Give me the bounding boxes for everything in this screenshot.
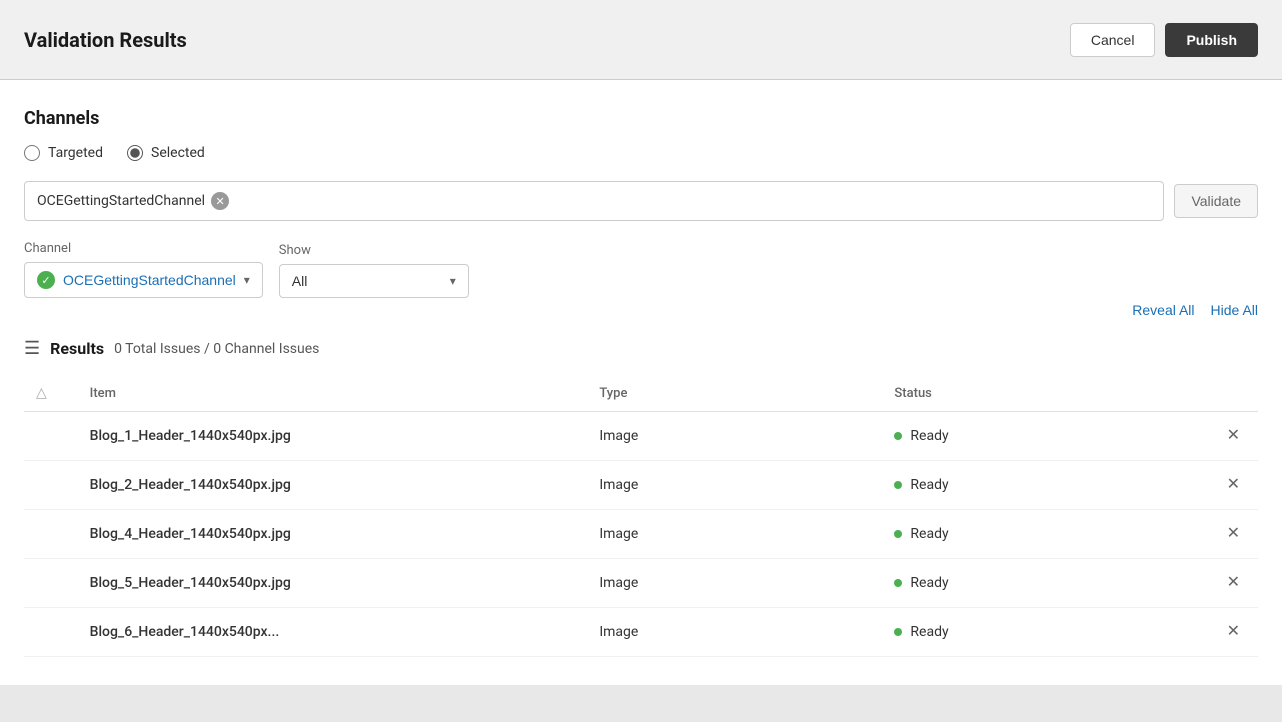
status-text: Ready bbox=[910, 477, 948, 493]
row-type-cell: Image bbox=[587, 510, 882, 559]
row-warning-cell bbox=[24, 559, 78, 608]
radio-selected-label: Selected bbox=[151, 145, 205, 161]
table-header-row: △ Item Type Status bbox=[24, 375, 1258, 412]
channels-title: Channels bbox=[24, 108, 1258, 129]
row-status-cell: Ready bbox=[882, 461, 1177, 510]
row-type-cell: Image bbox=[587, 461, 882, 510]
radio-targeted[interactable] bbox=[24, 145, 40, 161]
remove-row-button[interactable]: ✕ bbox=[1221, 524, 1246, 544]
channel-filter-label: Channel bbox=[24, 241, 263, 256]
row-warning-cell bbox=[24, 510, 78, 559]
remove-row-button[interactable]: ✕ bbox=[1221, 475, 1246, 495]
page-title: Validation Results bbox=[24, 28, 187, 52]
show-dropdown-value: All bbox=[292, 273, 308, 289]
row-status-cell: Ready bbox=[882, 412, 1177, 461]
table-row: Blog_1_Header_1440x540px.jpg Image Ready… bbox=[24, 412, 1258, 461]
channel-tag-label: OCEGettingStartedChannel bbox=[37, 193, 205, 209]
col-status-header: Status bbox=[882, 375, 1177, 412]
row-status-cell: Ready bbox=[882, 559, 1177, 608]
remove-row-button[interactable]: ✕ bbox=[1221, 426, 1246, 446]
col-item-header: Item bbox=[78, 375, 588, 412]
results-title: Results bbox=[50, 339, 104, 358]
radio-group: Targeted Selected bbox=[24, 145, 1258, 161]
hide-all-button[interactable]: Hide All bbox=[1211, 302, 1258, 318]
radio-targeted-label: Targeted bbox=[48, 145, 103, 161]
status-dot-icon bbox=[894, 530, 902, 538]
status-dot-icon bbox=[894, 628, 902, 636]
row-item-cell: Blog_4_Header_1440x540px.jpg bbox=[78, 510, 588, 559]
results-section: ☰ Results 0 Total Issues / 0 Channel Iss… bbox=[24, 338, 1258, 657]
show-filter-group: Show All ▾ bbox=[279, 243, 469, 298]
row-status-cell: Ready bbox=[882, 608, 1177, 657]
channel-tags-input[interactable]: OCEGettingStartedChannel ✕ bbox=[24, 181, 1164, 221]
status-text: Ready bbox=[910, 526, 948, 542]
row-type-cell: Image bbox=[587, 608, 882, 657]
col-action-header bbox=[1177, 375, 1258, 412]
row-item-cell: Blog_2_Header_1440x540px.jpg bbox=[78, 461, 588, 510]
tag-close-button[interactable]: ✕ bbox=[211, 192, 229, 210]
table-row: Blog_2_Header_1440x540px.jpg Image Ready… bbox=[24, 461, 1258, 510]
row-action-cell: ✕ bbox=[1177, 412, 1258, 461]
radio-selected[interactable] bbox=[127, 145, 143, 161]
table-row: Blog_4_Header_1440x540px.jpg Image Ready… bbox=[24, 510, 1258, 559]
row-action-cell: ✕ bbox=[1177, 608, 1258, 657]
results-summary: 0 Total Issues / 0 Channel Issues bbox=[114, 341, 319, 357]
warning-triangle-icon: △ bbox=[36, 385, 47, 401]
radio-option-targeted[interactable]: Targeted bbox=[24, 145, 103, 161]
row-status-cell: Ready bbox=[882, 510, 1177, 559]
channels-section: Channels Targeted Selected OCEGettingSta… bbox=[24, 108, 1258, 318]
row-item-cell: Blog_1_Header_1440x540px.jpg bbox=[78, 412, 588, 461]
row-action-cell: ✕ bbox=[1177, 559, 1258, 608]
reveal-hide-row: Reveal All Hide All bbox=[1132, 302, 1258, 318]
remove-row-button[interactable]: ✕ bbox=[1221, 622, 1246, 642]
row-action-cell: ✕ bbox=[1177, 510, 1258, 559]
row-item-cell: Blog_6_Header_1440x540px... bbox=[78, 608, 588, 657]
channel-tag: OCEGettingStartedChannel ✕ bbox=[37, 192, 229, 210]
results-table: △ Item Type Status Blog_1_Header_1440x54… bbox=[24, 375, 1258, 657]
cancel-button[interactable]: Cancel bbox=[1070, 23, 1156, 57]
channel-input-row: OCEGettingStartedChannel ✕ Validate bbox=[24, 181, 1258, 221]
status-dot-icon bbox=[894, 432, 902, 440]
chevron-down-icon: ▾ bbox=[244, 273, 250, 287]
row-warning-cell bbox=[24, 461, 78, 510]
status-text: Ready bbox=[910, 428, 948, 444]
filter-actions-row: Channel ✓ OCEGettingStartedChannel ▾ Sho… bbox=[24, 241, 1258, 318]
header: Validation Results Cancel Publish bbox=[0, 0, 1282, 80]
header-actions: Cancel Publish bbox=[1070, 23, 1258, 57]
channel-filter-group: Channel ✓ OCEGettingStartedChannel ▾ bbox=[24, 241, 263, 298]
table-row: Blog_6_Header_1440x540px... Image Ready … bbox=[24, 608, 1258, 657]
channel-dropdown-value: OCEGettingStartedChannel bbox=[63, 272, 236, 288]
col-warning-header: △ bbox=[24, 375, 78, 412]
status-dot-icon bbox=[894, 481, 902, 489]
row-item-cell: Blog_5_Header_1440x540px.jpg bbox=[78, 559, 588, 608]
row-warning-cell bbox=[24, 608, 78, 657]
radio-option-selected[interactable]: Selected bbox=[127, 145, 205, 161]
row-type-cell: Image bbox=[587, 412, 882, 461]
filter-row: Channel ✓ OCEGettingStartedChannel ▾ Sho… bbox=[24, 241, 469, 298]
status-text: Ready bbox=[910, 624, 948, 640]
publish-button[interactable]: Publish bbox=[1165, 23, 1258, 57]
row-warning-cell bbox=[24, 412, 78, 461]
channel-dropdown[interactable]: ✓ OCEGettingStartedChannel ▾ bbox=[24, 262, 263, 298]
remove-row-button[interactable]: ✕ bbox=[1221, 573, 1246, 593]
check-icon: ✓ bbox=[37, 271, 55, 289]
reveal-all-button[interactable]: Reveal All bbox=[1132, 302, 1194, 318]
validate-button[interactable]: Validate bbox=[1174, 184, 1258, 218]
row-type-cell: Image bbox=[587, 559, 882, 608]
chevron-down-show-icon: ▾ bbox=[450, 274, 456, 288]
show-dropdown[interactable]: All ▾ bbox=[279, 264, 469, 298]
show-filter-label: Show bbox=[279, 243, 469, 258]
row-action-cell: ✕ bbox=[1177, 461, 1258, 510]
results-header: ☰ Results 0 Total Issues / 0 Channel Iss… bbox=[24, 338, 1258, 359]
col-type-header: Type bbox=[587, 375, 882, 412]
main-content: Channels Targeted Selected OCEGettingSta… bbox=[0, 80, 1282, 685]
status-dot-icon bbox=[894, 579, 902, 587]
results-list-icon: ☰ bbox=[24, 338, 40, 359]
table-row: Blog_5_Header_1440x540px.jpg Image Ready… bbox=[24, 559, 1258, 608]
status-text: Ready bbox=[910, 575, 948, 591]
